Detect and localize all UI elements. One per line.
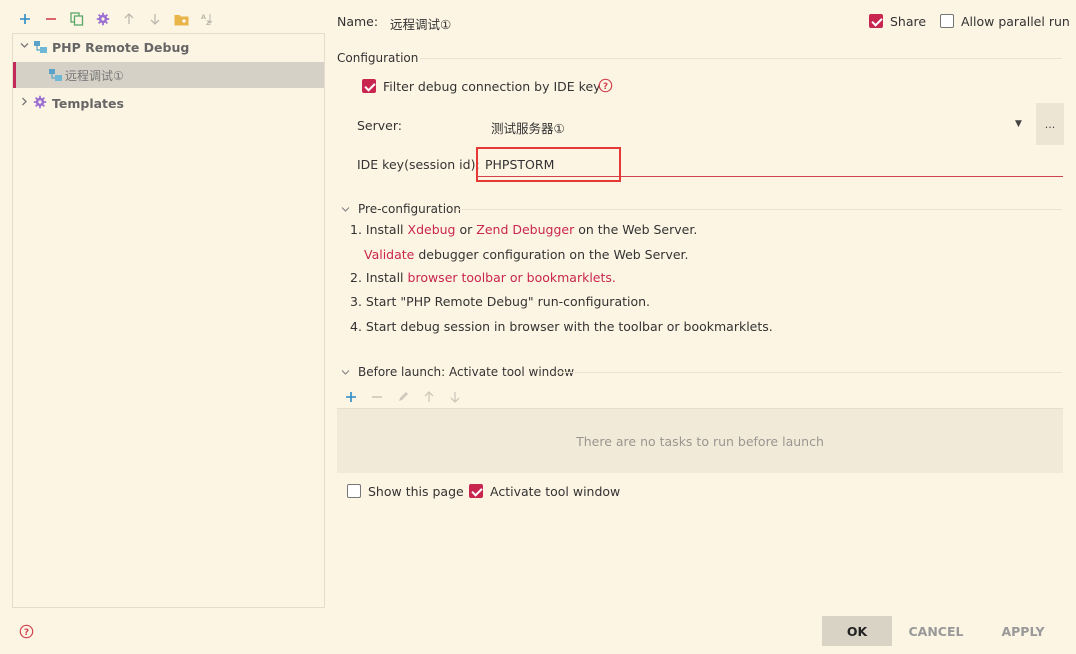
highlight-box: [476, 147, 621, 182]
browser-toolbar-link[interactable]: browser toolbar or bookmarklets: [408, 270, 612, 285]
ide-key-label: IDE key(session id):: [357, 157, 480, 172]
preconfig-step-1: 1. Install Xdebug or Zend Debugger on th…: [350, 222, 697, 237]
gear-icon[interactable]: [95, 11, 111, 27]
filter-ide-key-label: Filter debug connection by IDE key: [383, 79, 601, 94]
name-value[interactable]: 远程调试①: [390, 14, 451, 33]
gear-icon: [33, 95, 49, 111]
configuration-section-title: Configuration: [337, 51, 419, 65]
step-text: on the Web Server.: [578, 222, 698, 237]
plus-icon[interactable]: [343, 389, 359, 405]
php-debug-icon: [48, 67, 64, 83]
tree-item-remote-debug[interactable]: 远程调试①: [13, 62, 324, 88]
empty-tasks-text: There are no tasks to run before launch: [576, 433, 824, 449]
svg-text:?: ?: [24, 628, 29, 638]
name-label: Name:: [337, 14, 379, 29]
before-launch-task-list: There are no tasks to run before launch: [337, 408, 1063, 473]
server-label: Server:: [357, 118, 402, 133]
arrow-down-icon[interactable]: [447, 389, 463, 405]
chevron-down-icon[interactable]: [341, 365, 351, 380]
activate-tool-window-checkbox[interactable]: [469, 484, 483, 498]
step-text: 2. Install: [350, 270, 404, 285]
chevron-right-icon[interactable]: [19, 97, 29, 109]
help-icon[interactable]: ?: [598, 78, 613, 93]
sort-az-icon[interactable]: AZ: [199, 11, 215, 27]
arrow-up-icon[interactable]: [421, 389, 437, 405]
help-icon[interactable]: ?: [19, 624, 34, 639]
chevron-down-icon[interactable]: [341, 202, 351, 217]
edit-pencil-icon[interactable]: [395, 389, 411, 405]
allow-parallel-run-checkbox[interactable]: [940, 14, 954, 28]
tree-templates-label: Templates: [52, 95, 124, 111]
svg-text:?: ?: [603, 82, 608, 92]
preconfig-step-3: 3. Start "PHP Remote Debug" run-configur…: [350, 294, 651, 309]
tree-group-templates[interactable]: Templates: [13, 90, 324, 116]
server-select[interactable]: 测试服务器① ▼: [481, 110, 1031, 140]
preconfig-section-title: Pre-configuration: [358, 202, 462, 216]
allow-parallel-run-label: Allow parallel run: [961, 14, 1070, 29]
step-text: .: [611, 270, 616, 285]
show-this-page-checkbox[interactable]: [347, 484, 361, 498]
minus-icon[interactable]: [369, 389, 385, 405]
preconfig-validate: Validate debugger configuration on the We…: [364, 247, 689, 262]
apply-button[interactable]: APPLY: [988, 616, 1058, 646]
copy-icon[interactable]: [69, 11, 85, 27]
section-divider: [556, 372, 1062, 373]
run-config-tree: PHP Remote Debug 远程调试① Templates: [12, 33, 325, 608]
arrow-down-icon[interactable]: [147, 11, 163, 27]
filter-ide-key-checkbox[interactable]: [362, 79, 376, 93]
share-label: Share: [890, 14, 927, 29]
tree-group-php-remote-debug[interactable]: PHP Remote Debug: [13, 34, 324, 60]
preconfig-step-4: 4. Start debug session in browser with t…: [350, 319, 773, 334]
server-more-button[interactable]: ...: [1036, 103, 1064, 145]
cancel-button[interactable]: CANCEL: [901, 616, 971, 646]
xdebug-link[interactable]: Xdebug: [408, 222, 456, 237]
php-debug-icon: [33, 39, 49, 55]
arrow-up-icon[interactable]: [121, 11, 137, 27]
validate-link[interactable]: Validate: [364, 247, 414, 262]
server-select-value: 测试服务器①: [491, 121, 565, 136]
chevron-down-icon[interactable]: [19, 41, 29, 53]
minus-icon[interactable]: [43, 11, 59, 27]
before-launch-section-title: Before launch: Activate tool window: [358, 365, 575, 379]
activate-tool-window-label: Activate tool window: [490, 484, 621, 499]
share-checkbox[interactable]: [869, 14, 883, 28]
section-divider: [420, 58, 1062, 59]
dropdown-arrow-icon[interactable]: ▼: [1015, 119, 1022, 129]
show-this-page-label: Show this page: [368, 484, 464, 499]
zend-debugger-link[interactable]: Zend Debugger: [476, 222, 574, 237]
step-text: 1. Install: [350, 222, 404, 237]
ok-button[interactable]: OK: [822, 616, 892, 646]
preconfig-step-2: 2. Install browser toolbar or bookmarkle…: [350, 270, 616, 285]
tree-group-label: PHP Remote Debug: [52, 39, 190, 55]
step-text: or: [459, 222, 473, 237]
section-divider: [458, 209, 1062, 210]
folder-icon[interactable]: [173, 11, 189, 27]
tree-item-label: 远程调试①: [65, 68, 124, 83]
step-text: debugger configuration on the Web Server…: [418, 247, 689, 262]
plus-icon[interactable]: [17, 11, 33, 27]
